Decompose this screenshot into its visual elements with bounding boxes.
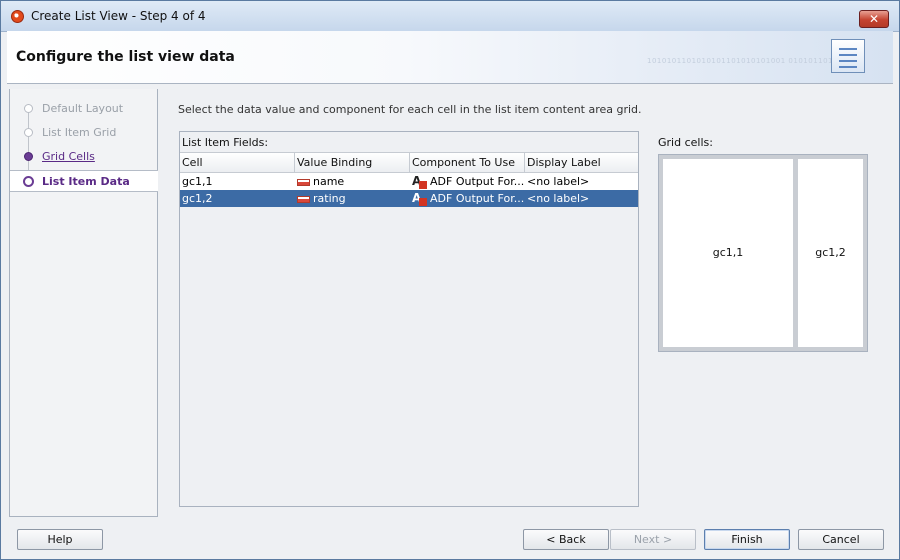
table-header: Cell Value Binding Component To Use Disp… [180, 152, 638, 173]
step-label: List Item Data [42, 175, 130, 188]
table-row[interactable]: gc1,2 rating A ADF Output For... <no labe… [180, 190, 638, 207]
window-title: Create List View - Step 4 of 4 [31, 9, 206, 23]
component-label: ADF Output For... [430, 192, 525, 205]
help-button[interactable]: Help [17, 529, 103, 550]
step-marker-icon [24, 104, 33, 113]
binding-label: rating [313, 192, 346, 205]
title-bar: Create List View - Step 4 of 4 ✕ [1, 1, 899, 32]
list-item-fields-panel: List Item Fields: Cell Value Binding Com… [179, 131, 639, 507]
header-decoration: 1010101101010101101010101001 01010110101… [647, 57, 853, 65]
step-grid-cells[interactable]: Grid Cells [10, 143, 158, 173]
grid-cells-label: Grid cells: [658, 136, 713, 149]
display-label-cell[interactable]: <no label> [527, 192, 589, 205]
adf-output-icon: A [412, 174, 427, 189]
step-label: Default Layout [42, 102, 124, 115]
column-header-component[interactable]: Component To Use [412, 156, 515, 169]
grid-cells-preview: gc1,1 gc1,2 [658, 154, 868, 352]
display-label-cell[interactable]: <no label> [527, 175, 589, 188]
page-title: Configure the list view data [16, 49, 235, 65]
step-list-item-grid: List Item Grid [10, 119, 158, 149]
cell-id: gc1,1 [182, 175, 213, 188]
adf-output-icon: A [412, 191, 427, 206]
step-navigator: Default Layout List Item Grid Grid Cells… [9, 89, 158, 517]
attribute-field-icon [297, 178, 310, 186]
instruction-text: Select the data value and component for … [178, 103, 642, 116]
binding-label: name [313, 175, 345, 188]
grid-cell[interactable]: gc1,2 [798, 159, 863, 347]
step-marker-icon [24, 152, 33, 161]
value-binding-cell[interactable]: rating [297, 192, 346, 205]
column-header-display-label[interactable]: Display Label [527, 156, 601, 169]
component-cell[interactable]: A ADF Output For... [412, 174, 525, 189]
step-label: Grid Cells [42, 150, 95, 163]
cell-id: gc1,2 [182, 192, 213, 205]
wizard-window: Create List View - Step 4 of 4 ✕ Configu… [0, 0, 900, 560]
component-label: ADF Output For... [430, 175, 525, 188]
app-icon [11, 10, 24, 23]
step-list-item-data[interactable]: List Item Data [10, 170, 158, 192]
step-current-icon [23, 176, 34, 187]
fields-title: List Item Fields: [182, 136, 269, 149]
step-default-layout: Default Layout [10, 98, 158, 125]
grid-cell[interactable]: gc1,1 [663, 159, 793, 347]
step-label: List Item Grid [42, 126, 117, 139]
wizard-header: Configure the list view data 10101011010… [7, 31, 893, 84]
attribute-field-icon [297, 195, 310, 203]
column-header-cell[interactable]: Cell [182, 156, 203, 169]
list-wizard-icon [831, 39, 865, 73]
back-button[interactable]: < Back [523, 529, 609, 550]
column-header-value-binding[interactable]: Value Binding [297, 156, 372, 169]
step-marker-icon [24, 128, 33, 137]
close-icon: ✕ [868, 12, 880, 26]
finish-button[interactable]: Finish [704, 529, 790, 550]
component-cell[interactable]: A ADF Output For... [412, 191, 525, 206]
value-binding-cell[interactable]: name [297, 175, 344, 188]
close-button[interactable]: ✕ [859, 10, 889, 28]
cancel-button[interactable]: Cancel [798, 529, 884, 550]
table-row[interactable]: gc1,1 name A ADF Output For... <no label> [180, 173, 638, 190]
fields-table: Cell Value Binding Component To Use Disp… [180, 152, 638, 207]
next-button[interactable]: Next > [610, 529, 696, 550]
